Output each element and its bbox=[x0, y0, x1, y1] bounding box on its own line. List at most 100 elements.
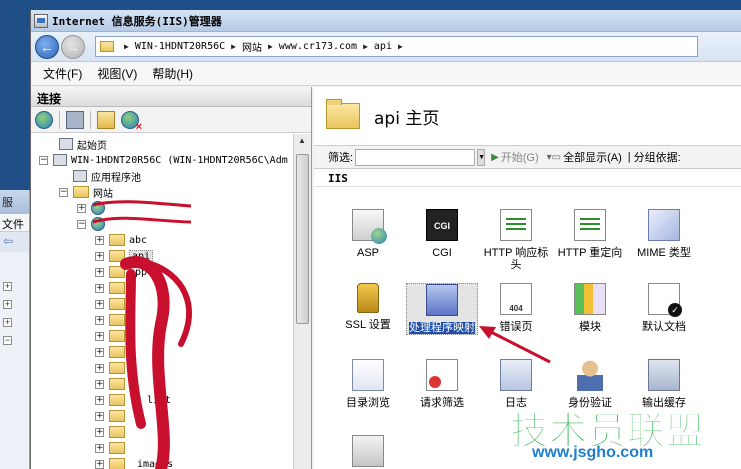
feature-label: CGI bbox=[432, 247, 452, 259]
address-bar[interactable]: ▶ WIN-1HDNT20R56C ▶ 网站 ▶ www.cr173.com ▶… bbox=[95, 36, 698, 57]
background-window-title: 服 bbox=[0, 190, 29, 214]
feature-label: ASP bbox=[356, 247, 379, 259]
feature-asp[interactable]: ASP bbox=[332, 209, 404, 259]
cgi-icon: CGI bbox=[426, 209, 458, 241]
feature-default-document[interactable]: 默认文档 bbox=[628, 283, 700, 333]
delete-connection-icon[interactable] bbox=[121, 110, 142, 133]
filter-label: 筛选: bbox=[328, 152, 354, 164]
authentication-icon bbox=[577, 359, 603, 391]
feature-label: MIME 类型 bbox=[637, 247, 691, 259]
back-button[interactable]: ← bbox=[35, 34, 59, 59]
connections-pane: 连接 起始页 − WIN-1HDNT20R56C (WIN-1HDNT20R56… bbox=[31, 87, 312, 469]
default-document-icon bbox=[648, 283, 682, 317]
error-pages-icon: 404 bbox=[500, 283, 532, 315]
mime-types-icon bbox=[648, 209, 680, 241]
chevron-right-icon[interactable]: ▶ bbox=[124, 42, 129, 51]
start-button[interactable]: 开始(G) bbox=[501, 149, 539, 165]
menu-view[interactable]: 视图(V) bbox=[97, 65, 137, 82]
logging-icon bbox=[500, 359, 532, 391]
http-redirect-icon bbox=[574, 209, 606, 241]
ssl-lock-icon bbox=[357, 283, 379, 313]
feature-directory-browsing[interactable]: 目录浏览 bbox=[332, 359, 404, 409]
scroll-up-icon[interactable]: ▲ bbox=[298, 136, 306, 145]
feature-modules[interactable]: 模块 bbox=[554, 283, 626, 333]
chevron-right-icon[interactable]: ▶ bbox=[231, 42, 236, 51]
connections-tree: 起始页 − WIN-1HDNT20R56C (WIN-1HDNT20R56C\A… bbox=[31, 134, 293, 469]
feature-http-response-headers[interactable]: HTTP 响应标头 bbox=[480, 209, 552, 271]
showall-icon: ▾▭ bbox=[546, 151, 562, 163]
watermark-logo: 技术员联盟 www.jsgho.com bbox=[509, 400, 705, 465]
start-icon: ▶ bbox=[491, 151, 499, 163]
compression-icon bbox=[352, 435, 384, 467]
feature-label: 目录浏览 bbox=[346, 397, 390, 409]
breadcrumb-app[interactable]: api bbox=[374, 41, 392, 52]
tree-scrollbar[interactable]: ▲ bbox=[293, 134, 311, 469]
modules-icon bbox=[574, 283, 606, 315]
save-icon[interactable] bbox=[66, 110, 84, 129]
feature-label: SSL 设置 bbox=[345, 319, 391, 331]
redaction-scribble bbox=[92, 200, 193, 469]
chevron-right-icon[interactable]: ▶ bbox=[363, 42, 368, 51]
page-header: api 主页 bbox=[314, 87, 741, 145]
expand-icon[interactable]: + bbox=[3, 300, 12, 309]
watermark-url: www.jsgho.com bbox=[532, 444, 654, 461]
directory-browsing-icon bbox=[352, 359, 384, 391]
feature-label: 处理程序映射 bbox=[409, 322, 475, 334]
group-by-label[interactable]: 分组依据: bbox=[634, 149, 681, 165]
scrollbar-thumb[interactable] bbox=[296, 154, 309, 324]
folder-icon bbox=[326, 99, 360, 129]
feature-label: HTTP 响应标头 bbox=[483, 247, 549, 271]
filter-dropdown-icon[interactable]: ▼ bbox=[477, 148, 486, 166]
expand-icon[interactable]: + bbox=[3, 282, 12, 291]
filter-bar: 筛选: ▼ ▶ 开始(G) ▾▭ 全部显示(A) | 分组依据: bbox=[314, 145, 741, 169]
navigation-bar: ← → ▶ WIN-1HDNT20R56C ▶ 网站 ▶ www.cr173.c… bbox=[31, 32, 741, 62]
background-window: 服 文件 ⇦ + + + − bbox=[0, 190, 30, 469]
asp-icon bbox=[352, 209, 387, 244]
section-header-iis: IIS bbox=[314, 169, 741, 187]
filter-input[interactable] bbox=[355, 148, 476, 166]
feature-ssl-settings[interactable]: SSL 设置 bbox=[332, 283, 404, 331]
feature-mime-types[interactable]: MIME 类型 bbox=[628, 209, 700, 259]
feature-handler-mappings[interactable]: 处理程序映射 bbox=[406, 283, 478, 335]
iis-app-icon bbox=[34, 13, 48, 28]
up-folder-icon[interactable] bbox=[97, 110, 115, 129]
feature-label: 默认文档 bbox=[642, 321, 686, 333]
breadcrumb-server[interactable]: WIN-1HDNT20R56C bbox=[135, 41, 225, 52]
feature-compression[interactable]: 压缩 bbox=[332, 435, 404, 469]
handler-mappings-icon bbox=[426, 284, 458, 316]
forward-button[interactable]: → bbox=[61, 34, 85, 59]
window-title: Internet 信息服务(IIS)管理器 bbox=[52, 14, 222, 28]
toolbar-divider: | bbox=[627, 151, 631, 163]
chevron-right-icon[interactable]: ▶ bbox=[398, 42, 403, 51]
feature-error-pages[interactable]: 404 错误页 bbox=[480, 283, 552, 333]
breadcrumb-site[interactable]: www.cr173.com bbox=[279, 41, 357, 52]
feature-http-redirect[interactable]: HTTP 重定向 bbox=[554, 209, 626, 259]
show-all-button[interactable]: 全部显示(A) bbox=[563, 149, 622, 165]
expand-icon[interactable]: − bbox=[3, 336, 12, 345]
toolbar-divider bbox=[90, 110, 91, 129]
feature-label: 模块 bbox=[579, 321, 601, 333]
connections-title: 连接 bbox=[31, 87, 311, 107]
background-back-icon[interactable]: ⇦ bbox=[0, 232, 29, 252]
feature-request-filtering[interactable]: 请求筛选 bbox=[406, 359, 478, 409]
feature-label: 错误页 bbox=[499, 321, 533, 333]
breadcrumb-sites[interactable]: 网站 bbox=[242, 39, 262, 54]
page-title: api 主页 bbox=[374, 108, 440, 129]
title-bar: Internet 信息服务(IIS)管理器 bbox=[31, 10, 741, 32]
feature-cgi[interactable]: CGI CGI bbox=[406, 209, 478, 259]
connections-toolbar bbox=[31, 107, 311, 133]
menu-bar: 文件(F) 视图(V) 帮助(H) bbox=[31, 62, 741, 86]
background-window-menu: 文件 bbox=[0, 214, 29, 232]
folder-icon bbox=[100, 41, 114, 52]
menu-file[interactable]: 文件(F) bbox=[43, 65, 82, 82]
menu-help[interactable]: 帮助(H) bbox=[152, 65, 193, 82]
chevron-right-icon[interactable]: ▶ bbox=[268, 42, 273, 51]
toolbar-divider bbox=[59, 110, 60, 129]
create-connection-icon[interactable] bbox=[35, 110, 53, 129]
expand-icon[interactable]: + bbox=[3, 318, 12, 327]
feature-label: HTTP 重定向 bbox=[557, 247, 623, 259]
http-response-headers-icon bbox=[500, 209, 532, 241]
feature-label: 请求筛选 bbox=[420, 397, 464, 409]
output-caching-icon bbox=[648, 359, 680, 391]
request-filtering-icon bbox=[426, 359, 458, 391]
